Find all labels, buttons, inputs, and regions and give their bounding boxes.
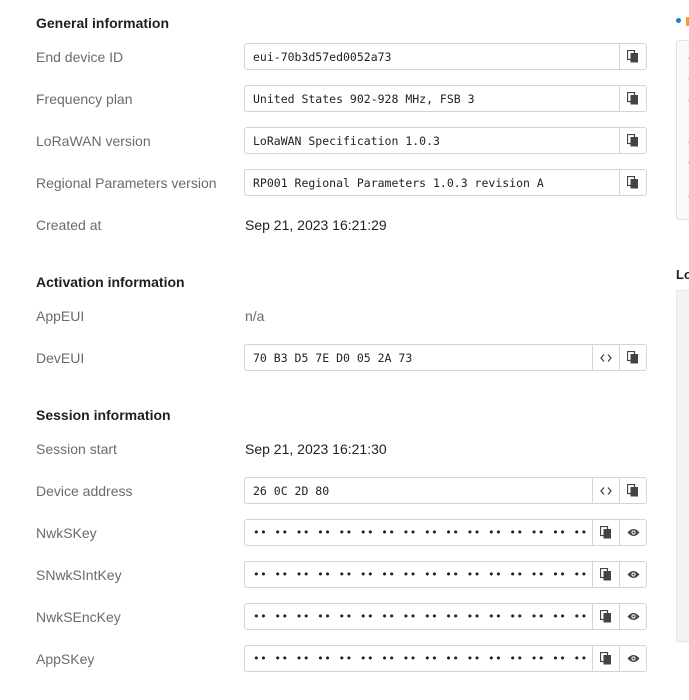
code-icon [600, 353, 612, 362]
end-device-id-field: eui-70b3d57ed0052a73 [244, 43, 647, 70]
session-start-value: Sep 21, 2023 16:21:30 [245, 441, 387, 457]
show-key-button[interactable] [619, 562, 646, 587]
lorawan-version-label: LoRaWAN version [36, 133, 151, 149]
copy-button[interactable] [619, 345, 646, 370]
dev-eui-value: 70 B3 D5 7E D0 05 2A 73 [253, 350, 413, 365]
eye-icon [627, 529, 639, 536]
eye-icon [627, 571, 639, 578]
created-at-value: Sep 21, 2023 16:21:29 [245, 217, 387, 233]
regional-params-field: RP001 Regional Parameters 1.0.3 revision… [244, 169, 647, 196]
copy-icon [600, 610, 611, 623]
copy-button[interactable] [592, 646, 619, 671]
frequency-plan-value: United States 902-928 MHz, FSB 3 [253, 91, 475, 106]
regional-params-label: Regional Parameters version [36, 175, 217, 191]
app-s-key-value: •• •• •• •• •• •• •• •• •• •• •• •• •• •… [253, 652, 588, 665]
copy-icon [600, 526, 611, 539]
status-dot-icon [676, 18, 681, 23]
lorawan-version-field: LoRaWAN Specification 1.0.3 [244, 127, 647, 154]
app-eui-value: n/a [245, 308, 265, 324]
copy-icon [600, 568, 611, 581]
code-icon [600, 486, 612, 495]
toggle-format-button[interactable] [592, 478, 619, 503]
activation-info-title: Activation information [36, 274, 185, 290]
copy-button[interactable] [619, 44, 646, 69]
s-nwk-s-int-key-value: •• •• •• •• •• •• •• •• •• •• •• •• •• •… [253, 568, 588, 581]
show-key-button[interactable] [619, 646, 646, 671]
show-key-button[interactable] [619, 520, 646, 545]
app-s-key-field: •• •• •• •• •• •• •• •• •• •• •• •• •• •… [244, 645, 647, 672]
app-eui-label: AppEUI [36, 308, 85, 324]
device-address-label: Device address [36, 483, 133, 499]
toggle-format-button[interactable] [592, 345, 619, 370]
copy-icon [627, 176, 638, 189]
end-device-id-label: End device ID [36, 49, 124, 65]
copy-icon [627, 50, 638, 63]
copy-icon [627, 484, 638, 497]
device-address-value: 26 0C 2D 80 [253, 483, 330, 498]
created-at-label: Created at [36, 217, 102, 233]
s-nwk-s-int-key-label: SNwkSIntKey [36, 567, 122, 583]
show-key-button[interactable] [619, 604, 646, 629]
eye-icon [627, 655, 639, 662]
copy-icon [627, 92, 638, 105]
copy-button[interactable] [619, 170, 646, 195]
nwk-s-enc-key-value: •• •• •• •• •• •• •• •• •• •• •• •• •• •… [253, 610, 588, 623]
copy-button[interactable] [592, 562, 619, 587]
copy-button[interactable] [592, 520, 619, 545]
copy-icon [627, 134, 638, 147]
nwk-s-enc-key-label: NwkSEncKey [36, 609, 121, 625]
lorawan-version-value: LoRaWAN Specification 1.0.3 [253, 133, 440, 148]
frequency-plan-field: United States 902-928 MHz, FSB 3 [244, 85, 647, 112]
eye-icon [627, 613, 639, 620]
regional-params-value: RP001 Regional Parameters 1.0.3 revision… [253, 175, 544, 190]
side-list-panel [676, 40, 689, 220]
general-info-title: General information [36, 15, 170, 31]
session-start-label: Session start [36, 441, 117, 457]
s-nwk-s-int-key-field: •• •• •• •• •• •• •• •• •• •• •• •• •• •… [244, 561, 647, 588]
copy-button[interactable] [619, 86, 646, 111]
copy-icon [627, 351, 638, 364]
copy-button[interactable] [619, 128, 646, 153]
side-panel-title: Lo [676, 267, 689, 282]
nwk-s-key-value: •• •• •• •• •• •• •• •• •• •• •• •• •• •… [253, 526, 588, 539]
side-map-panel [676, 290, 689, 642]
end-device-id-value: eui-70b3d57ed0052a73 [253, 49, 392, 64]
app-s-key-label: AppSKey [36, 651, 95, 667]
dev-eui-label: DevEUI [36, 350, 85, 366]
device-address-field: 26 0C 2D 80 [244, 477, 647, 504]
nwk-s-key-label: NwkSKey [36, 525, 97, 541]
dev-eui-field: 70 B3 D5 7E D0 05 2A 73 [244, 344, 647, 371]
copy-icon [600, 652, 611, 665]
nwk-s-enc-key-field: •• •• •• •• •• •• •• •• •• •• •• •• •• •… [244, 603, 647, 630]
copy-button[interactable] [592, 604, 619, 629]
session-info-title: Session information [36, 407, 171, 423]
nwk-s-key-field: •• •• •• •• •• •• •• •• •• •• •• •• •• •… [244, 519, 647, 546]
frequency-plan-label: Frequency plan [36, 91, 133, 107]
copy-button[interactable] [619, 478, 646, 503]
